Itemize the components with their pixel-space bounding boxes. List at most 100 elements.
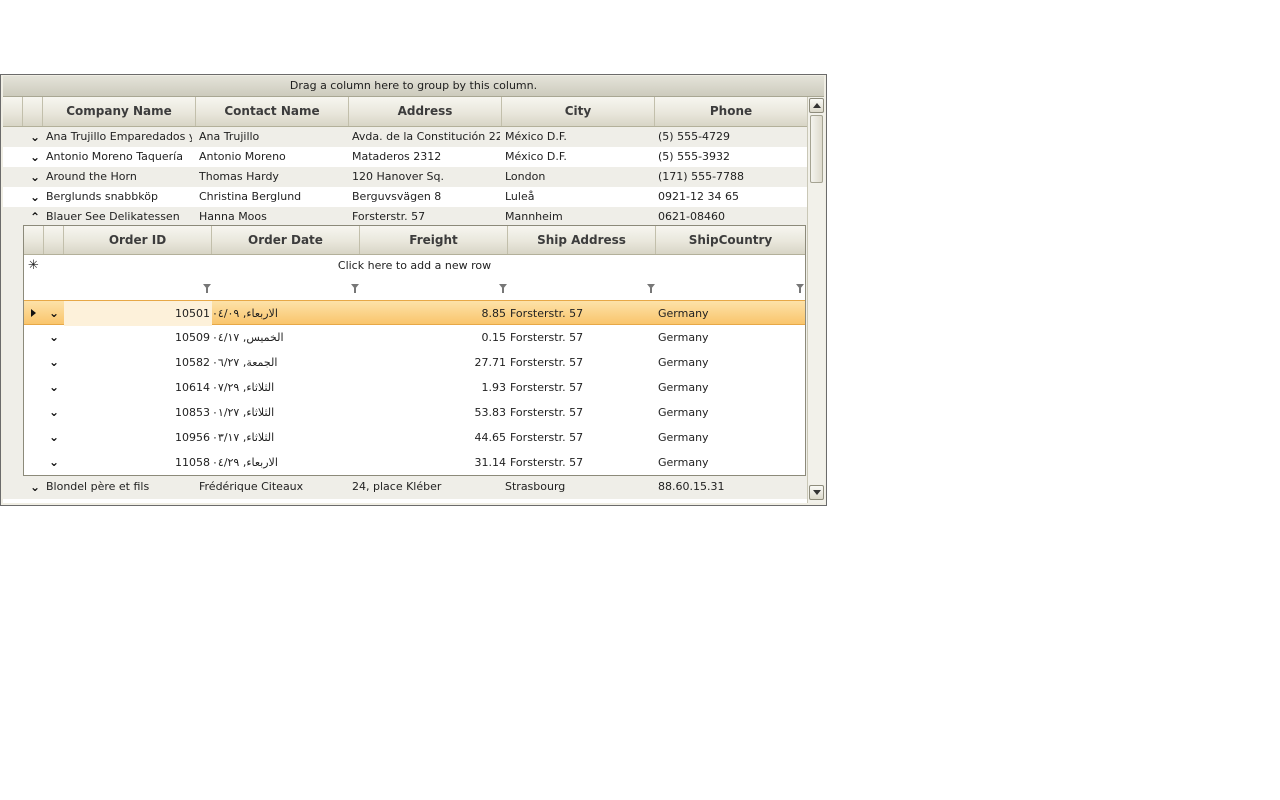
order-date-value: الخميس, ٠٤/١٧: [212, 331, 284, 344]
cell-ship-country: Germany: [658, 356, 709, 369]
order-row-selected[interactable]: ⌄ 10501 الاربعاء, ٠٤/٠٩ 8.85 Forsterstr.…: [24, 300, 805, 326]
order-row[interactable]: ⌄ 10509 الخميس, ٠٤/١٧ 0.15 Forsterstr. 5…: [24, 325, 805, 350]
filter-icon[interactable]: [796, 284, 804, 293]
cell-contact: Ana Trujillo: [199, 130, 260, 143]
header-address[interactable]: Address: [349, 97, 502, 126]
header-order-id[interactable]: Order ID: [64, 226, 212, 254]
cell-ship-country: Germany: [658, 456, 709, 469]
header-freight[interactable]: Freight: [360, 226, 508, 254]
cell-phone: (5) 555-4729: [658, 130, 731, 143]
filter-icon[interactable]: [351, 284, 359, 293]
cell-address: Avda. de la Constitución 2222: [352, 130, 500, 143]
cell-address: Mataderos 2312: [352, 150, 442, 163]
chevron-down-icon[interactable]: ⌄: [44, 375, 64, 395]
order-date-value: الاربعاء, ٠٤/٢٩: [212, 456, 278, 469]
expand-header: [23, 97, 43, 126]
chevron-down-icon[interactable]: ⌄: [25, 127, 45, 147]
cell-freight: 1.93: [481, 381, 507, 394]
cell-order-id: 10501: [64, 301, 212, 326]
chevron-down-icon[interactable]: ⌄: [44, 400, 64, 420]
cell-city: México D.F.: [505, 150, 567, 163]
cell-phone: 88.60.15.31: [658, 480, 725, 493]
cell-order-id: 10614: [175, 381, 210, 394]
chevron-up-icon[interactable]: ⌃: [25, 207, 45, 227]
chevron-down-icon[interactable]: ⌄: [44, 350, 64, 370]
child-expand-header: [44, 226, 64, 254]
header-company-name[interactable]: Company Name: [43, 97, 196, 126]
chevron-down-icon[interactable]: ⌄: [44, 450, 64, 470]
table-row[interactable]: ⌄ Ana Trujillo Emparedados y... Ana Truj…: [3, 127, 807, 147]
row-indicator-icon: [31, 309, 36, 317]
chevron-down-icon[interactable]: ⌄: [25, 147, 45, 167]
order-row[interactable]: ⌄ 11058 الاربعاء, ٠٤/٢٩ 31.14 Forsterstr…: [24, 450, 805, 475]
cell-phone: (5) 555-3932: [658, 150, 731, 163]
header-contact-name[interactable]: Contact Name: [196, 97, 349, 126]
chevron-down-icon[interactable]: ⌄: [25, 187, 45, 207]
scroll-thumb[interactable]: [810, 115, 823, 183]
vertical-scrollbar[interactable]: [807, 97, 825, 503]
cell-company: Blauer See Delikatessen: [46, 210, 180, 223]
cell-company: Berglunds snabbköp: [46, 190, 158, 203]
cell-phone: 0621-08460: [658, 210, 725, 223]
cell-company: Ana Trujillo Emparedados y...: [46, 130, 192, 143]
cell-freight: 8.85: [481, 307, 507, 320]
order-date-value: الاربعاء, ٠٤/٠٩: [212, 307, 278, 320]
cell-freight: 53.83: [474, 406, 507, 419]
cell-freight: 0.15: [481, 331, 507, 344]
chevron-down-icon[interactable]: ⌄: [44, 425, 64, 445]
order-date-value: الثلاثاء, ٠٣/١٧: [212, 431, 275, 444]
grid-viewport: Company Name Contact Name Address City P…: [3, 97, 807, 503]
header-order-date[interactable]: Order Date: [212, 226, 360, 254]
table-row[interactable]: ⌄ Antonio Moreno Taquería Antonio Moreno…: [3, 147, 807, 167]
cell-contact: Christina Berglund: [199, 190, 302, 203]
child-header-row: Order ID Order Date Freight Ship Address…: [24, 226, 805, 255]
cell-order-date: الجمعة, ٠٦/٢٧: [212, 350, 358, 375]
cell-order-id: 10509: [175, 331, 210, 344]
cell-ship-address: Forsterstr. 57: [510, 307, 584, 320]
order-date-value: الجمعة, ٠٦/٢٧: [212, 356, 278, 369]
header-ship-country[interactable]: ShipCountry: [656, 226, 805, 254]
table-row[interactable]: ⌄ Berglunds snabbköp Christina Berglund …: [3, 187, 807, 207]
filter-icon[interactable]: [647, 284, 655, 293]
order-row[interactable]: ⌄ 10582 الجمعة, ٠٦/٢٧ 27.71 Forsterstr. …: [24, 350, 805, 375]
cell-contact: Antonio Moreno: [199, 150, 286, 163]
chevron-down-icon[interactable]: ⌄: [25, 167, 45, 187]
child-indicator-header: [24, 226, 44, 254]
cell-address: Forsterstr. 57: [352, 210, 426, 223]
chevron-down-icon[interactable]: ⌄: [44, 301, 64, 321]
header-ship-address[interactable]: Ship Address: [508, 226, 656, 254]
scroll-down-button[interactable]: [809, 485, 824, 500]
order-row[interactable]: ⌄ 10614 الثلاثاء, ٠٧/٢٩ 1.93 Forsterstr.…: [24, 375, 805, 400]
header-city[interactable]: City: [502, 97, 655, 126]
add-new-row-label: Click here to add a new row: [337, 259, 492, 272]
filter-icon[interactable]: [499, 284, 507, 293]
cell-contact: Hanna Moos: [199, 210, 267, 223]
add-new-row[interactable]: ✳ Click here to add a new row: [24, 254, 805, 278]
table-row[interactable]: ⌄ Around the Horn Thomas Hardy 120 Hanov…: [3, 167, 807, 187]
header-phone[interactable]: Phone: [655, 97, 807, 126]
scroll-up-button[interactable]: [809, 98, 824, 113]
cell-order-date: الخميس, ٠٤/١٧: [212, 325, 358, 350]
group-by-panel[interactable]: Drag a column here to group by this colu…: [3, 76, 824, 97]
cell-freight: 27.71: [474, 356, 507, 369]
customers-grid: Drag a column here to group by this colu…: [0, 74, 827, 506]
chevron-down-icon[interactable]: ⌄: [44, 325, 64, 345]
order-row[interactable]: ⌄ 10956 الثلاثاء, ٠٣/١٧ 44.65 Forsterstr…: [24, 425, 805, 450]
cell-ship-country: Germany: [658, 381, 709, 394]
filter-icon[interactable]: [203, 284, 211, 293]
table-row[interactable]: ⌄ Blondel père et fils Frédérique Citeau…: [3, 477, 807, 497]
cell-order-date: الاربعاء, ٠٤/٠٩: [212, 301, 358, 326]
chevron-down-icon[interactable]: ⌄: [25, 477, 45, 497]
cell-freight: 31.14: [474, 456, 507, 469]
cell-ship-address: Forsterstr. 57: [510, 356, 584, 369]
cell-order-date: الثلاثاء, ٠٣/١٧: [212, 425, 358, 450]
cell-company: Blondel père et fils: [46, 480, 150, 493]
cell-ship-address: Forsterstr. 57: [510, 431, 584, 444]
cell-phone: (171) 555-7788: [658, 170, 745, 183]
table-row-expanded[interactable]: ⌃ Blauer See Delikatessen Hanna Moos For…: [3, 207, 807, 227]
cell-ship-country: Germany: [658, 307, 709, 320]
cell-ship-country: Germany: [658, 431, 709, 444]
order-row[interactable]: ⌄ 10853 الثلاثاء, ٠١/٢٧ 53.83 Forsterstr…: [24, 400, 805, 425]
cell-ship-address: Forsterstr. 57: [510, 381, 584, 394]
cell-address: 120 Hanover Sq.: [352, 170, 444, 183]
